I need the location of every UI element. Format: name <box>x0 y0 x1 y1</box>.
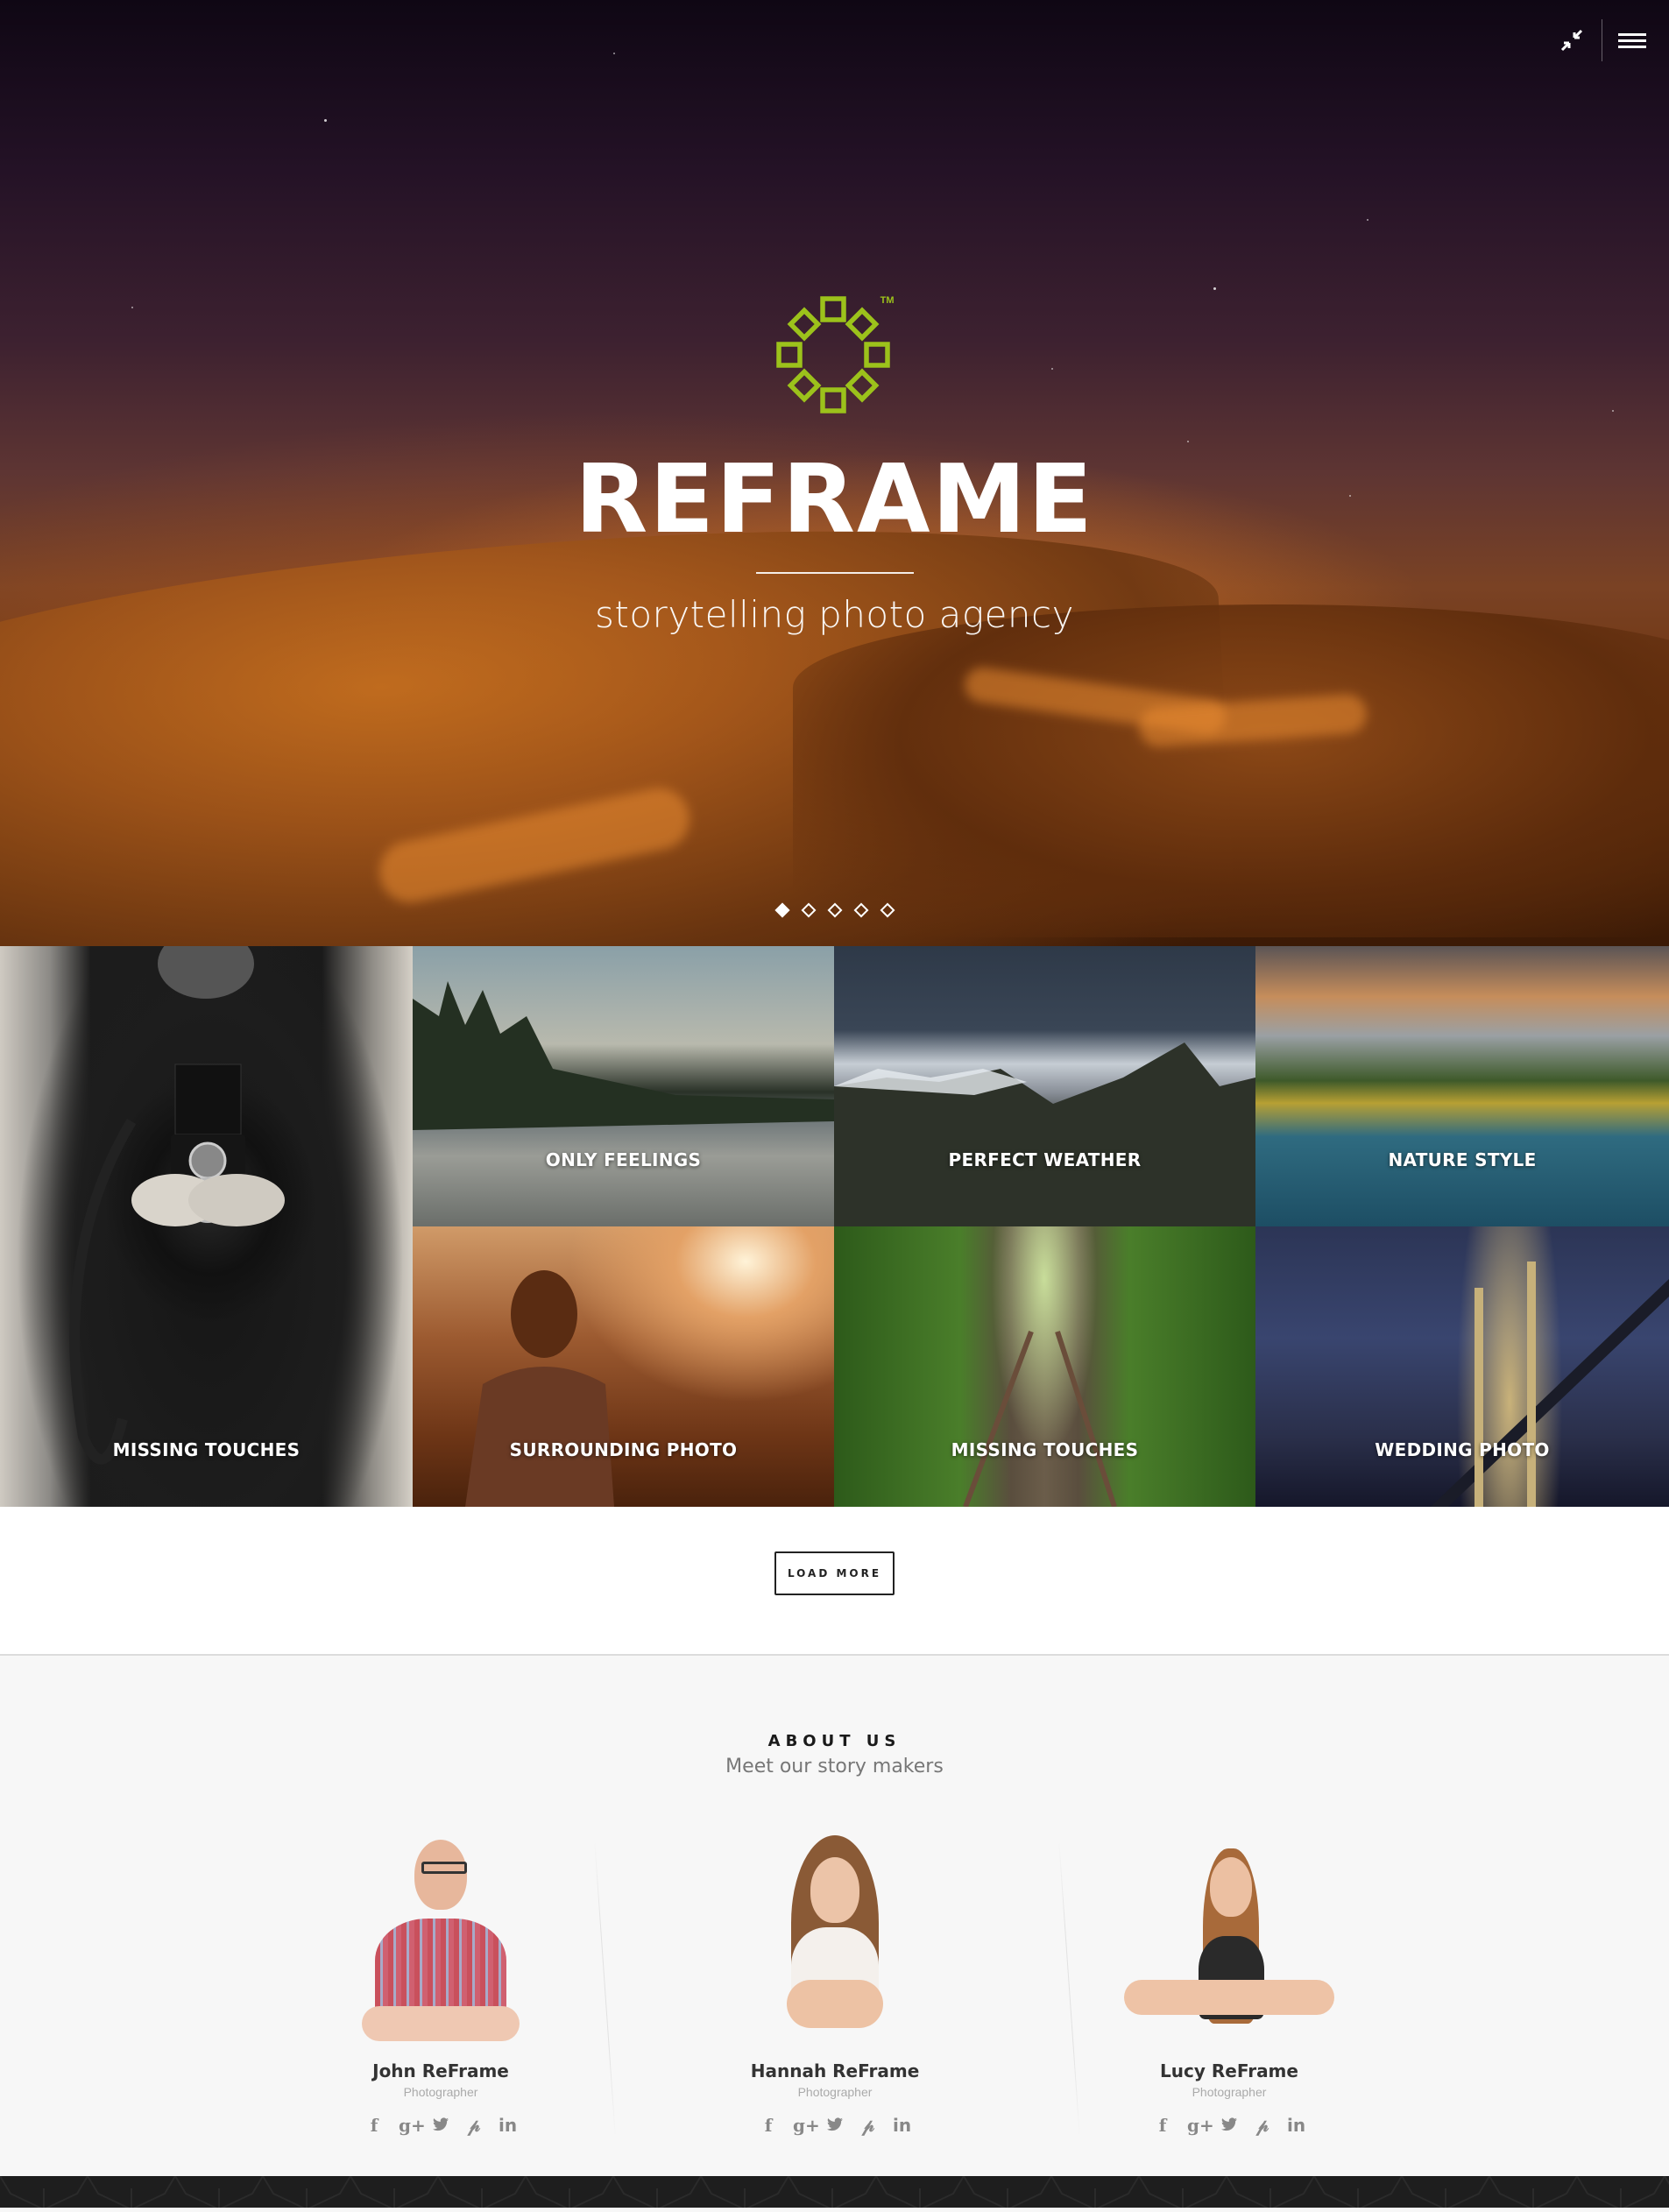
slide-dot-5[interactable] <box>880 902 895 918</box>
hero-toolbar <box>1552 19 1651 61</box>
member-role: Photographer <box>1192 2085 1267 2099</box>
facebook-icon[interactable]: f <box>365 2115 383 2136</box>
pinterest-icon[interactable]: 𝓅 <box>465 2115 483 2136</box>
tile-caption: SURROUNDING PHOTO <box>509 1439 738 1460</box>
camera-photo-illustration <box>69 946 285 1465</box>
slide-dot-1[interactable] <box>774 902 789 918</box>
gallery-tile[interactable]: WEDDING PHOTO <box>1255 1226 1669 1507</box>
section-subtitle: Meet our story makers <box>725 1756 944 1777</box>
collapse-button[interactable] <box>1552 20 1591 60</box>
facebook-icon[interactable]: f <box>1154 2115 1171 2136</box>
hero-content: TM REFRAME storytelling photo agency <box>0 293 1669 636</box>
team-list: John ReFrame Photographer f g+ 𝓅 in Hann… <box>0 1831 1669 2155</box>
mountains-illustration <box>834 1042 1255 1226</box>
column-divider <box>1058 1840 1080 2138</box>
member-role: Photographer <box>403 2085 478 2099</box>
tile-caption: ONLY FEELINGS <box>545 1149 702 1170</box>
woman-sunset-illustration <box>465 1270 614 1507</box>
twitter-icon[interactable] <box>826 2115 844 2136</box>
star <box>1367 219 1368 221</box>
tile-caption: WEDDING PHOTO <box>1375 1439 1550 1460</box>
pinterest-icon[interactable]: 𝓅 <box>859 2115 877 2136</box>
section-title: ABOUT US <box>767 1732 902 1750</box>
gallery-tile[interactable]: MISSING TOUCHES <box>834 1226 1255 1507</box>
slider-pagination <box>0 902 1669 918</box>
google-plus-icon[interactable]: g+ <box>793 2115 820 2136</box>
load-more-button[interactable]: LOAD MORE <box>774 1551 895 1595</box>
member-name: John ReFrame <box>372 2060 509 2081</box>
member-photo <box>327 1831 555 2050</box>
hamburger-menu-icon <box>1618 30 1646 52</box>
gallery-tile[interactable]: PERFECT WEATHER <box>834 946 1255 1226</box>
social-links: f g+ 𝓅 in <box>704 2115 966 2136</box>
slide-dot-2[interactable] <box>801 902 816 918</box>
about-section: ABOUT US Meet our story makers John ReFr… <box>0 1656 1669 2176</box>
dune-shape-far <box>793 604 1669 937</box>
column-divider <box>594 1840 616 2138</box>
linkedin-icon[interactable]: in <box>893 2115 911 2136</box>
tile-caption: MISSING TOUCHES <box>951 1439 1139 1460</box>
google-plus-icon[interactable]: g+ <box>1187 2115 1214 2136</box>
tile-caption: PERFECT WEATHER <box>948 1149 1142 1170</box>
member-name: Hannah ReFrame <box>750 2060 920 2081</box>
twitter-icon[interactable] <box>1220 2115 1238 2136</box>
gallery-tile[interactable]: ONLY FEELINGS <box>413 946 834 1226</box>
hero-slider: TM REFRAME storytelling photo agency <box>0 0 1669 946</box>
slide-dot-3[interactable] <box>827 902 842 918</box>
gallery-tile[interactable]: SURROUNDING PHOTO <box>413 1226 834 1507</box>
brand-title: REFRAME <box>575 445 1094 555</box>
team-member-card: Hannah ReFrame Photographer f g+ 𝓅 in <box>704 1831 966 2136</box>
member-photo <box>721 1831 949 2050</box>
hexagon-pattern <box>0 2175 1669 2210</box>
linkedin-icon[interactable]: in <box>499 2115 517 2136</box>
star <box>613 53 615 54</box>
trademark-mark: TM <box>880 295 895 306</box>
forest-lake-illustration <box>413 981 834 1130</box>
star <box>1213 287 1216 290</box>
linkedin-icon[interactable]: in <box>1287 2115 1305 2136</box>
tile-caption: MISSING TOUCHES <box>112 1439 301 1460</box>
collapse-arrows-icon <box>1560 29 1583 52</box>
load-more-section: LOAD MORE <box>0 1507 1669 1656</box>
portfolio-gallery: MISSING TOUCHES ONLY FEELINGS PERFECT WE… <box>0 946 1669 1507</box>
tagline: storytelling photo agency <box>595 593 1074 636</box>
twitter-icon[interactable] <box>432 2115 449 2136</box>
team-member-card: John ReFrame Photographer f g+ 𝓅 in <box>309 1831 572 2136</box>
gallery-tile[interactable]: NATURE STYLE <box>1255 946 1669 1226</box>
footer-strip <box>0 2175 1669 2210</box>
google-plus-icon[interactable]: g+ <box>399 2115 426 2136</box>
slide-dot-4[interactable] <box>853 902 868 918</box>
bridge-illustration <box>1431 1261 1669 1507</box>
social-links: f g+ 𝓅 in <box>309 2115 572 2136</box>
brand-logo: TM <box>774 293 896 416</box>
member-photo <box>1115 1831 1343 2050</box>
tile-caption: NATURE STYLE <box>1388 1149 1537 1170</box>
social-links: f g+ 𝓅 in <box>1098 2115 1361 2136</box>
railroad-illustration <box>963 1330 1117 1507</box>
menu-button[interactable] <box>1613 20 1651 60</box>
member-name: Lucy ReFrame <box>1160 2060 1298 2081</box>
pinterest-icon[interactable]: 𝓅 <box>1254 2115 1271 2136</box>
member-role: Photographer <box>797 2085 873 2099</box>
gallery-tile[interactable]: MISSING TOUCHES <box>0 946 413 1507</box>
sun-squares-logo-icon <box>775 296 890 413</box>
star <box>324 119 327 122</box>
team-member-card: Lucy ReFrame Photographer f g+ 𝓅 in <box>1098 1831 1361 2136</box>
title-divider <box>755 572 914 574</box>
glasses <box>421 1862 467 1874</box>
facebook-icon[interactable]: f <box>760 2115 777 2136</box>
